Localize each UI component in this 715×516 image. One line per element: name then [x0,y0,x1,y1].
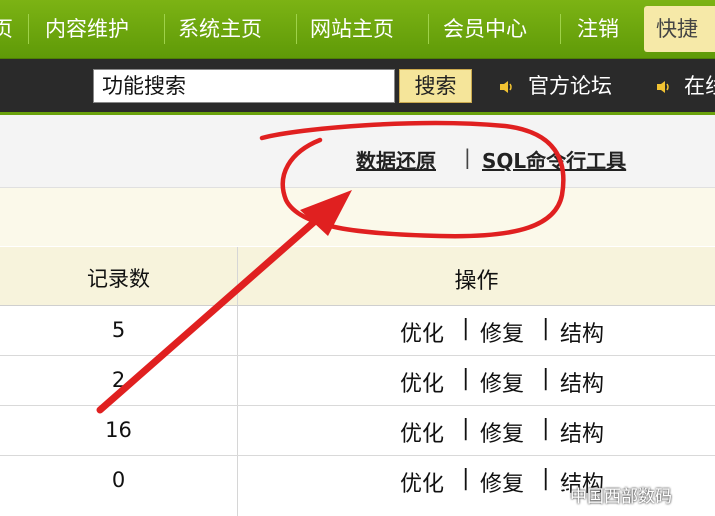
table-row: 2 优化 | 修复 | 结构 [0,356,715,406]
repair-link[interactable]: 修复 [480,366,524,398]
online-link[interactable]: 在线 [684,67,715,105]
repair-link[interactable]: 修复 [480,416,524,448]
optimize-link[interactable]: 优化 [400,316,444,348]
optimize-link[interactable]: 优化 [400,366,444,398]
column-header-count: 记录数 [87,267,150,291]
search-input[interactable]: 功能搜索 [93,69,395,103]
data-restore-link[interactable]: 数据还原 [356,145,436,174]
table-row: 16 优化 | 修复 | 结构 [0,406,715,456]
nav-divider [164,14,165,44]
optimize-link[interactable]: 优化 [400,416,444,448]
nav-item-site-home[interactable]: 网站主页 [310,0,394,58]
structure-link[interactable]: 结构 [560,366,604,398]
sql-tool-link[interactable]: SQL命令行工具 [482,145,626,174]
nav-item-partial[interactable]: 页 [0,0,13,58]
record-count: 0 [111,468,126,492]
op-separator: | [462,466,470,491]
table-row: 5 优化 | 修复 | 结构 [0,306,715,356]
column-divider [237,406,238,455]
record-count: 2 [111,368,126,392]
op-separator: | [462,366,470,391]
search-bar: 功能搜索 搜索 官方论坛 在线 [0,59,715,115]
op-separator: | [542,416,550,441]
blank-band [0,188,715,246]
op-separator: | [462,316,470,341]
top-nav: 页 内容维护 系统主页 网站主页 会员中心 注销 快捷 [0,0,715,59]
speaker-icon [500,81,512,93]
column-header-ops: 操作 [454,269,499,294]
column-divider [237,356,238,405]
watermark-logo-icon [549,484,567,502]
nav-item-logout[interactable]: 注销 [577,0,619,58]
column-divider [237,306,238,355]
tool-separator: | [464,145,471,169]
op-separator: | [542,366,550,391]
watermark-text: 中国西部数码 [570,487,672,507]
nav-divider [28,14,29,44]
repair-link[interactable]: 修复 [480,316,524,348]
nav-item-content[interactable]: 内容维护 [45,0,129,58]
structure-link[interactable]: 结构 [560,316,604,348]
repair-link[interactable]: 修复 [480,466,524,498]
structure-link[interactable]: 结构 [560,416,604,448]
search-button[interactable]: 搜索 [399,69,472,103]
nav-divider [560,14,561,44]
speaker-icon [657,81,669,93]
op-separator: | [542,316,550,341]
nav-divider [428,14,429,44]
nav-divider [296,14,297,44]
record-count: 16 [105,418,132,442]
column-divider [237,456,238,516]
nav-item-system-home[interactable]: 系统主页 [178,0,262,58]
nav-item-member-center[interactable]: 会员中心 [443,0,527,58]
record-count: 5 [111,318,126,342]
optimize-link[interactable]: 优化 [400,466,444,498]
forum-link[interactable]: 官方论坛 [528,67,612,105]
op-separator: | [462,416,470,441]
table-header-row: 记录数 操作 [0,247,715,306]
tool-links-bar: 数据还原 | SQL命令行工具 [0,115,715,188]
nav-item-shortcut[interactable]: 快捷 [644,6,715,52]
